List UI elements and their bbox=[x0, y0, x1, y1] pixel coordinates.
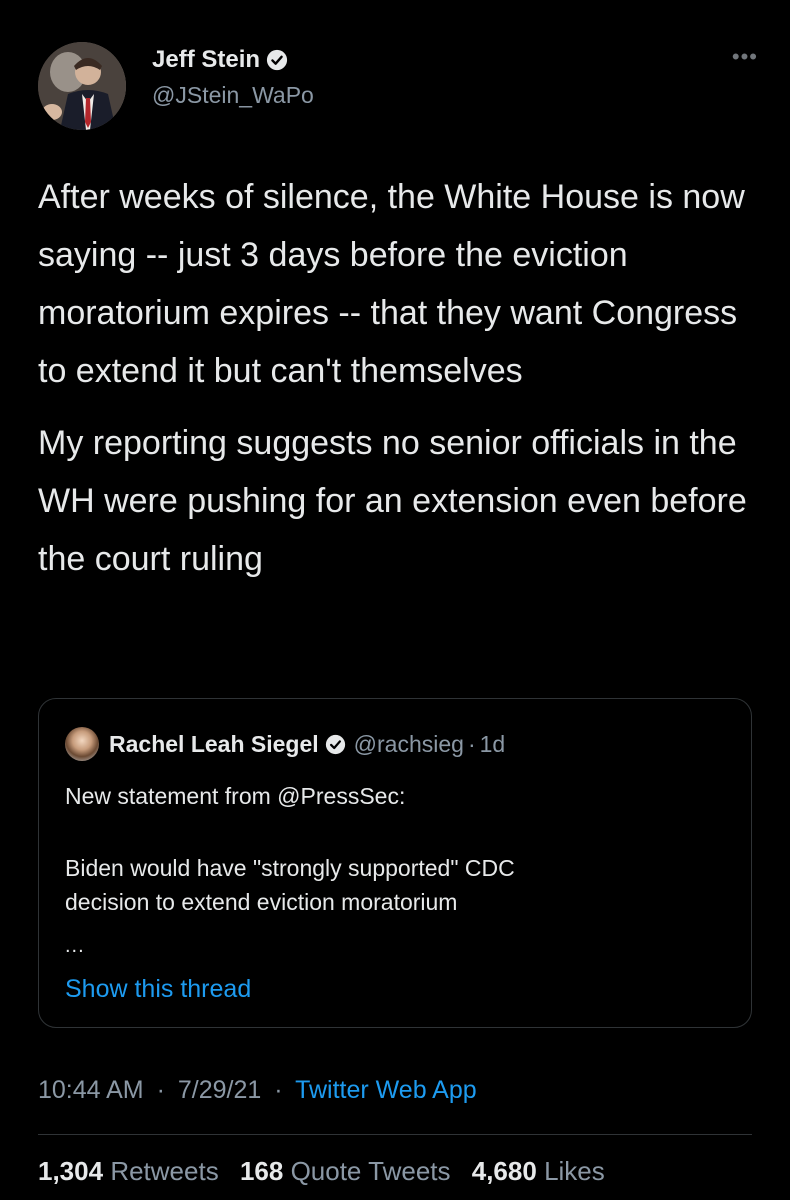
quoted-tweet-header: Rachel Leah Siegel @rachsieg · 1d bbox=[65, 727, 505, 761]
more-horizontal-icon[interactable]: ••• bbox=[732, 44, 758, 70]
verified-badge-icon bbox=[325, 734, 345, 754]
quote-tweets-label: Quote Tweets bbox=[290, 1156, 451, 1186]
meta-separator: · bbox=[156, 1076, 165, 1104]
quoted-text-line: New statement from @PressSec: bbox=[65, 783, 406, 809]
tweet-text: After weeks of silence, the White House … bbox=[38, 168, 758, 602]
tweet-source-app[interactable]: Twitter Web App bbox=[295, 1076, 477, 1104]
author-avatar[interactable] bbox=[38, 42, 126, 130]
tweet-paragraph: My reporting suggests no senior official… bbox=[38, 424, 747, 578]
quoted-tweet[interactable]: Rachel Leah Siegel @rachsieg · 1d New st… bbox=[38, 698, 752, 1028]
tweet-stats: 1,304 Retweets 168 Quote Tweets 4,680 Li… bbox=[38, 1156, 619, 1187]
meta-separator: · bbox=[274, 1076, 283, 1104]
likes-label: Likes bbox=[544, 1156, 605, 1186]
author-handle[interactable]: @JStein_WaPo bbox=[152, 82, 314, 109]
tweet-time[interactable]: 10:44 AM bbox=[38, 1076, 144, 1104]
author-display-name[interactable]: Jeff Stein bbox=[152, 46, 260, 74]
retweets-count: 1,304 bbox=[38, 1156, 104, 1186]
quoted-text-line: Biden would have "strongly supported" CD… bbox=[65, 855, 515, 881]
quoted-author-handle: @rachsieg bbox=[353, 730, 464, 757]
quoted-text-spacer bbox=[65, 813, 725, 851]
author-avatar-image bbox=[38, 42, 126, 130]
quoted-author-avatar bbox=[65, 727, 99, 761]
quoted-ellipsis: ... bbox=[65, 935, 85, 957]
verified-badge-icon bbox=[266, 49, 288, 71]
likes-count: 4,680 bbox=[471, 1156, 537, 1186]
retweets-label: Retweets bbox=[110, 1156, 219, 1186]
quote-tweets-stat[interactable]: 168 Quote Tweets bbox=[240, 1156, 458, 1186]
tweet-paragraph: After weeks of silence, the White House … bbox=[38, 178, 745, 390]
quoted-tweet-text: New statement from @PressSec: Biden woul… bbox=[65, 779, 725, 919]
tweet-meta: 10:44 AM · 7/29/21 · Twitter Web App bbox=[38, 1076, 477, 1105]
quoted-separator: · bbox=[467, 730, 476, 757]
show-thread-link[interactable]: Show this thread bbox=[65, 975, 251, 1004]
divider bbox=[38, 1134, 752, 1135]
tweet-header: Jeff Stein @JStein_WaPo ••• bbox=[38, 38, 758, 130]
quoted-text-line: decision to extend eviction moratorium bbox=[65, 889, 458, 915]
tweet-date[interactable]: 7/29/21 bbox=[178, 1076, 261, 1104]
quoted-timestamp: 1d bbox=[479, 730, 506, 757]
quote-tweets-count: 168 bbox=[239, 1156, 284, 1186]
retweets-stat[interactable]: 1,304 Retweets bbox=[38, 1156, 226, 1186]
likes-stat[interactable]: 4,680 Likes bbox=[472, 1156, 605, 1186]
quoted-author-display-name: Rachel Leah Siegel bbox=[109, 730, 319, 757]
